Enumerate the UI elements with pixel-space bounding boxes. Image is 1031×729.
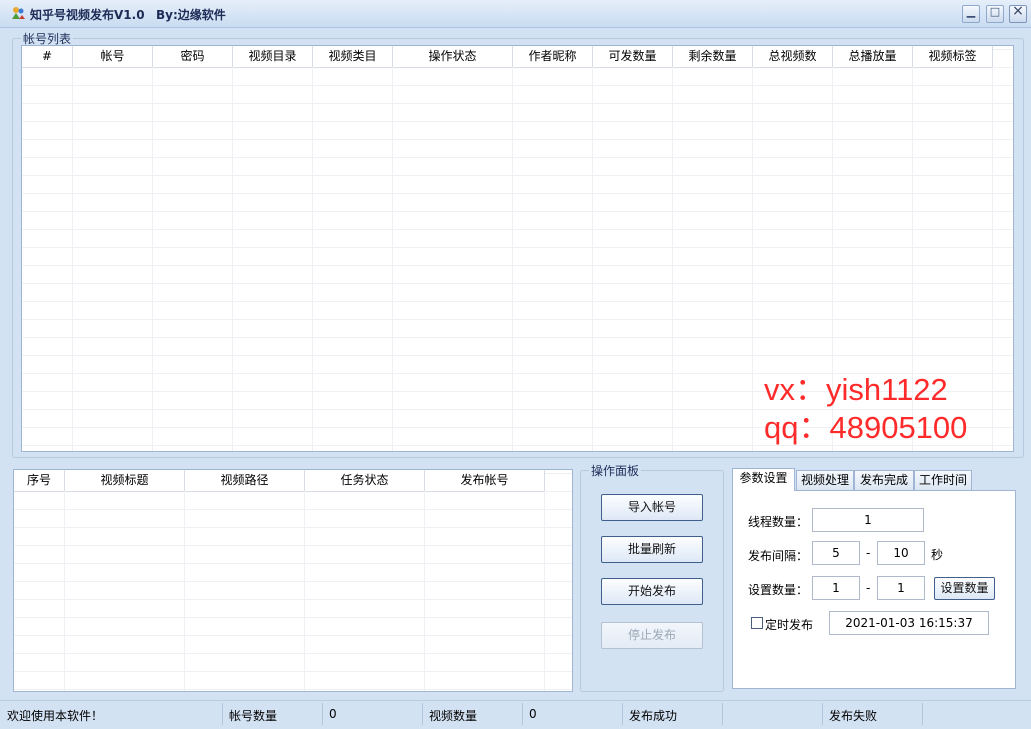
app-icon <box>12 7 25 19</box>
count-dash: - <box>866 581 871 595</box>
window-author: By:边缘软件 <box>156 8 226 22</box>
batch-refresh-button[interactable]: 批量刷新 <box>601 536 703 563</box>
window-title: 知乎号视频发布V1.0 <box>30 8 145 22</box>
status-success-label: 发布成功 <box>629 709 678 723</box>
col-video-category[interactable]: 视频类目 <box>313 46 393 67</box>
col-video-tags[interactable]: 视频标签 <box>913 46 993 67</box>
col-task-status[interactable]: 任务状态 <box>305 470 425 491</box>
col-author-nick[interactable]: 作者昵称 <box>513 46 593 67</box>
maximize-icon: □ <box>989 5 1001 18</box>
tab-published[interactable]: 发布完成 <box>854 470 914 490</box>
status-video-count-label: 视频数量 <box>429 709 478 723</box>
col-total-videos[interactable]: 总视频数 <box>753 46 833 67</box>
status-welcome: 欢迎使用本软件！ <box>7 709 104 723</box>
col-video-dir[interactable]: 视频目录 <box>233 46 313 67</box>
status-account-count: 0 <box>329 707 337 721</box>
count-max-input[interactable]: 1 <box>877 576 925 600</box>
video-table-body <box>14 491 545 691</box>
minimize-icon: ▁ <box>966 5 976 18</box>
stop-publish-button[interactable]: 停止发布 <box>601 622 703 649</box>
minimize-button[interactable]: ▁ <box>962 5 980 23</box>
count-min-input[interactable]: 1 <box>812 576 860 600</box>
tab-work-time[interactable]: 工作时间 <box>914 470 972 490</box>
col-publish-account[interactable]: 发布帐号 <box>425 470 545 491</box>
status-video-count: 0 <box>529 707 537 721</box>
threads-label: 线程数量： <box>748 515 809 529</box>
set-count-button[interactable]: 设置数量 <box>934 577 995 600</box>
col-seq[interactable]: 序号 <box>14 470 65 491</box>
interval-label: 发布间隔： <box>748 549 809 563</box>
watermark-qq: qq：48905100 <box>764 410 968 445</box>
title-bar: 知乎号视频发布V1.0 By:边缘软件 ▁ □ × <box>0 0 1031 28</box>
ops-panel-title: 操作面板 <box>591 464 640 478</box>
col-op-status[interactable]: 操作状态 <box>393 46 513 67</box>
schedule-label: 定时发布 <box>765 618 814 632</box>
col-video-title[interactable]: 视频标题 <box>65 470 185 491</box>
tab-params[interactable]: 参数设置 <box>732 468 795 491</box>
col-available[interactable]: 可发数量 <box>593 46 673 67</box>
col-remaining[interactable]: 剩余数量 <box>673 46 753 67</box>
status-fail-label: 发布失败 <box>829 709 878 723</box>
col-video-path[interactable]: 视频路径 <box>185 470 305 491</box>
account-table-header: # 帐号 密码 视频目录 视频类目 操作状态 作者昵称 可发数量 剩余数量 总视… <box>22 46 993 68</box>
import-accounts-button[interactable]: 导入帐号 <box>601 494 703 521</box>
close-button[interactable]: × <box>1009 3 1027 23</box>
close-icon: × <box>1012 3 1024 19</box>
schedule-checkbox[interactable] <box>751 617 763 629</box>
col-index[interactable]: # <box>22 46 73 67</box>
col-account[interactable]: 帐号 <box>73 46 153 67</box>
tab-video-processing[interactable]: 视频处理 <box>796 470 854 490</box>
threads-input[interactable]: 1 <box>812 508 924 532</box>
count-label: 设置数量： <box>748 583 809 597</box>
interval-min-input[interactable]: 5 <box>812 541 860 565</box>
status-bar: 欢迎使用本软件！ 帐号数量 0 视频数量 0 发布成功 发布失败 <box>0 700 1031 729</box>
video-table[interactable]: 序号 视频标题 视频路径 任务状态 发布帐号 <box>13 469 573 692</box>
start-publish-button[interactable]: 开始发布 <box>601 578 703 605</box>
interval-dash: - <box>866 546 871 560</box>
interval-unit: 秒 <box>931 548 944 562</box>
col-password[interactable]: 密码 <box>153 46 233 67</box>
schedule-datetime-input[interactable]: 2021-01-03 16:15:37 <box>829 611 989 635</box>
col-total-plays[interactable]: 总播放量 <box>833 46 913 67</box>
maximize-button[interactable]: □ <box>986 5 1004 23</box>
interval-max-input[interactable]: 10 <box>877 541 925 565</box>
status-account-count-label: 帐号数量 <box>229 709 278 723</box>
video-table-header: 序号 视频标题 视频路径 任务状态 发布帐号 <box>14 470 545 492</box>
